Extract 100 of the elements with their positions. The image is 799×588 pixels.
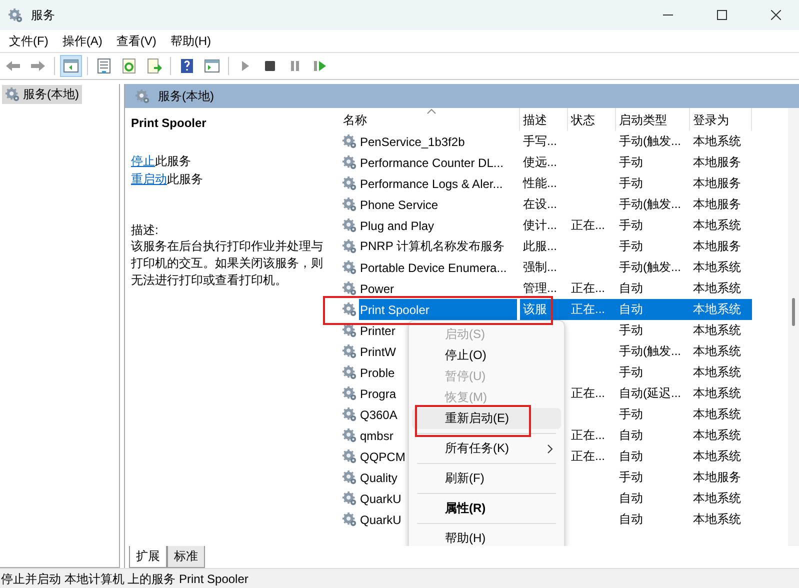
table-cell: 正在...	[571, 449, 606, 463]
table-cell: 正在...	[571, 428, 606, 442]
table-cell: 本地服务	[693, 239, 741, 253]
gear-icon	[342, 512, 357, 527]
table-cell: 使计...	[523, 218, 558, 232]
table-cell: 本地服务	[693, 470, 741, 484]
table-cell: 正在...	[571, 281, 606, 295]
table-cell[interactable]: Q360A	[359, 406, 398, 422]
table-cell[interactable]: Portable Device Enumera...	[359, 260, 508, 276]
column-header[interactable]: 名称	[340, 108, 520, 131]
menu-item[interactable]: 操作(A)	[55, 32, 110, 50]
window-title: 服务	[31, 6, 56, 24]
gear-icon	[342, 491, 357, 506]
table-cell[interactable]: QQPCM	[359, 448, 406, 464]
table-cell: 自动	[619, 449, 643, 463]
description-label: 描述:	[131, 222, 160, 238]
gear-icon	[342, 239, 357, 254]
table-cell: 性能...	[523, 176, 558, 190]
column-header[interactable]: 登录为	[690, 108, 752, 131]
table-cell: 本地系统	[693, 449, 741, 463]
table-cell: 自动	[619, 491, 643, 505]
menu-item[interactable]: 停止(O)	[412, 345, 561, 366]
column-header[interactable]: 描述	[520, 108, 568, 131]
pane-title: 服务(本地)	[158, 88, 214, 104]
gear-icon	[342, 176, 357, 191]
gear-icon	[342, 428, 357, 443]
table-cell: 本地系统	[693, 323, 741, 337]
table-cell: 本地系统	[693, 218, 741, 232]
table-cell[interactable]: Print Spooler	[359, 299, 517, 320]
gear-icon	[342, 449, 357, 464]
maximize-icon[interactable]	[717, 10, 727, 20]
table-cell: 手写...	[523, 134, 558, 148]
table-cell: 管理...	[523, 281, 558, 295]
gear-icon	[342, 134, 357, 149]
table-cell: 手动(触发...	[619, 197, 681, 211]
table-cell: 手动(触发...	[619, 260, 681, 274]
close-icon[interactable]	[771, 10, 781, 20]
table-cell: 在设...	[523, 197, 558, 211]
table-cell: 手动	[619, 176, 643, 190]
table-cell[interactable]: Performance Counter DL...	[359, 154, 504, 170]
table-cell[interactable]: Printer	[359, 322, 396, 338]
table-cell: 自动	[619, 428, 643, 442]
action-text: 此服务	[167, 172, 203, 186]
column-header[interactable]: 状态	[568, 108, 616, 131]
gear-icon	[342, 470, 357, 485]
scrollbar[interactable]	[788, 108, 799, 546]
menu-item[interactable]: 刷新(F)	[412, 468, 561, 489]
menu-item[interactable]: 帮助(H)	[163, 32, 218, 50]
menu-item[interactable]: 查看(V)	[109, 32, 164, 50]
table-cell[interactable]: QuarkU	[359, 512, 402, 528]
table-cell[interactable]: qmbsr	[359, 428, 394, 444]
table-cell: 此服...	[523, 239, 558, 253]
table-cell: 手动	[619, 218, 643, 232]
table-cell: 正在...	[571, 218, 606, 232]
table-cell: 自动	[619, 281, 643, 295]
table-cell: 本地系统	[693, 344, 741, 358]
description-text: 该服务在后台执行打印作业并处理与打印机的交互。如果关闭该服务，则无法进行打印或查看打印机。	[131, 238, 324, 289]
gear-icon	[342, 155, 357, 170]
gear-icon	[342, 260, 357, 275]
tab[interactable]: 扩展	[129, 546, 167, 568]
table-cell: 自动	[619, 512, 643, 526]
table-cell[interactable]: Quality	[359, 470, 398, 486]
table-cell[interactable]: QuarkU	[359, 490, 402, 506]
gear-icon	[342, 407, 357, 422]
console-tree-icon[interactable]	[60, 55, 82, 77]
table-cell: 本地系统	[693, 428, 741, 442]
gear-icon	[342, 218, 357, 233]
table-cell: 本地系统	[693, 386, 741, 400]
gear-icon	[342, 197, 357, 212]
table-cell[interactable]: Proble	[359, 364, 396, 380]
tab[interactable]: 标准	[167, 546, 205, 568]
table-cell[interactable]: PNRP 计算机名称发布服务	[359, 237, 506, 256]
menu-item[interactable]: 重新启动(E)	[412, 408, 561, 429]
table-cell[interactable]: Phone Service	[359, 196, 440, 212]
table-cell: 手动	[619, 155, 643, 169]
gear-icon	[342, 365, 357, 380]
action-link[interactable]: 重启动	[131, 172, 167, 186]
table-cell: 手动(触发...	[619, 134, 681, 148]
table-cell: 本地系统	[693, 512, 741, 526]
menu-item[interactable]: 属性(R)	[412, 498, 561, 519]
column-header[interactable]: 启动类型	[616, 108, 690, 131]
table-cell[interactable]: PrintW	[359, 344, 397, 360]
table-cell[interactable]: Progra	[359, 386, 398, 402]
table-cell: 本地系统	[693, 281, 741, 295]
scrollbar-thumb[interactable]	[792, 298, 795, 326]
table-cell: 本地系统	[693, 134, 741, 148]
table-cell[interactable]: PenService_1b3f2b	[359, 134, 466, 150]
table-cell[interactable]: Power	[359, 280, 396, 296]
menu-item[interactable]: 帮助(H)	[412, 528, 561, 546]
table-cell[interactable]: Plug and Play	[359, 218, 436, 234]
table-cell: 正在...	[571, 386, 606, 400]
gear-icon	[342, 302, 357, 317]
app-icon	[8, 8, 23, 22]
status-text: 停止并启动 本地计算机 上的服务 Print Spooler	[1, 570, 248, 588]
menu-item[interactable]: 所有任务(K)	[412, 438, 561, 459]
table-cell: 本地系统	[693, 301, 741, 318]
action-link[interactable]: 停止	[131, 154, 155, 168]
table-cell[interactable]: Performance Logs & Aler...	[359, 176, 504, 192]
menu-item[interactable]: 文件(F)	[2, 32, 56, 50]
tree-item[interactable]: 服务(本地)	[2, 85, 82, 104]
